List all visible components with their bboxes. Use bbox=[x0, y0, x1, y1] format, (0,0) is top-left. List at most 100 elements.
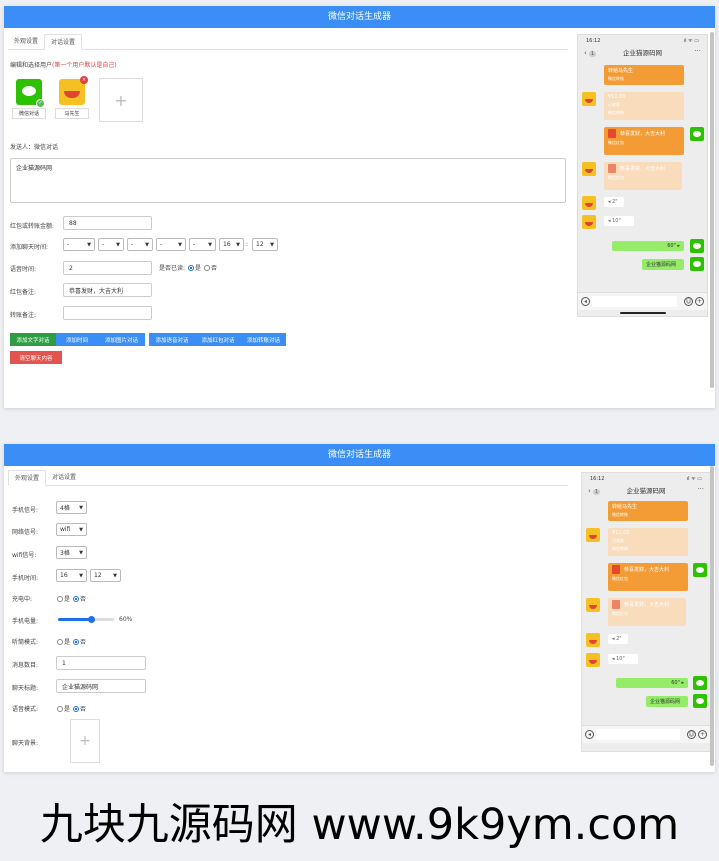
minute-select[interactable]: 12 ▼ bbox=[252, 238, 278, 251]
user-section-hint: (第一个用户默认是自己) bbox=[52, 62, 117, 69]
dialog-settings-panel: 微信对话生成器 外观设置 对话设置 编辑和选择用户(第一个用户默认是自己) ✓ … bbox=[4, 6, 715, 408]
read-no-radio[interactable] bbox=[204, 265, 211, 271]
more-icon[interactable]: ··· bbox=[694, 44, 701, 58]
signal-select[interactable]: 4格 ▼ bbox=[56, 501, 87, 514]
tab-appearance[interactable]: 外观设置 bbox=[8, 34, 44, 49]
phone-time: 16:12 bbox=[590, 476, 605, 482]
unread-input[interactable]: 1 bbox=[56, 656, 146, 670]
voice-toggle-icon: ◂ bbox=[581, 297, 590, 306]
user-card-self[interactable]: ✓ 微信对话 bbox=[12, 79, 46, 119]
weekday-select[interactable]: - ▼ bbox=[156, 238, 186, 251]
remove-user-icon[interactable]: × bbox=[80, 76, 88, 84]
add-time-button[interactable]: 添加时间 bbox=[56, 333, 98, 346]
app-title: 微信对话生成器 bbox=[4, 6, 715, 28]
battery-slider[interactable] bbox=[58, 616, 114, 623]
voice-toggle-icon: ◂ bbox=[585, 730, 594, 739]
user-card-ma[interactable]: × 马先生 bbox=[55, 76, 89, 119]
voice-mode-yes-radio[interactable] bbox=[57, 706, 63, 712]
chat-title-input[interactable]: 企业猫源码网 bbox=[56, 679, 146, 693]
redpack-icon bbox=[612, 565, 620, 574]
ampm-select[interactable]: - ▼ bbox=[189, 238, 216, 251]
voice-mode-yes-label: 是 bbox=[64, 706, 71, 713]
year-value: - bbox=[67, 241, 70, 248]
year-select[interactable]: - ▼ bbox=[63, 238, 95, 251]
transfer-bubble: 转给马先生 微信转账 bbox=[608, 501, 688, 521]
phone-status-bar: 16:12 ıl ᯤ ▭ bbox=[578, 35, 707, 46]
day-select[interactable]: - ▼ bbox=[127, 238, 153, 251]
add-background-button[interactable]: + bbox=[70, 719, 100, 763]
read-yes-radio[interactable] bbox=[188, 265, 195, 271]
add-transfer-dialog-button[interactable]: 添加转账对话 bbox=[241, 333, 286, 346]
clear-chat-button[interactable]: 清空聊天内容 bbox=[10, 351, 62, 364]
battery-slider-knob[interactable] bbox=[88, 616, 96, 623]
hour-select[interactable]: 16 ▼ bbox=[56, 569, 87, 582]
back-icon[interactable]: ‹ 1 bbox=[584, 46, 597, 61]
earpiece-no-radio[interactable] bbox=[73, 639, 80, 645]
earpiece-yes-radio[interactable] bbox=[57, 639, 63, 645]
redpack-icon bbox=[612, 600, 620, 609]
earpiece-yes-label: 是 bbox=[64, 639, 71, 646]
minute-select[interactable]: 12 ▼ bbox=[90, 569, 121, 582]
voice-time-input[interactable]: 2 bbox=[63, 261, 152, 275]
plus-icon: + bbox=[695, 297, 704, 306]
transfer-note-input[interactable] bbox=[63, 306, 152, 320]
message-textarea[interactable]: 企业猫源码网 bbox=[10, 158, 566, 203]
text-bubble: 企业猫源码网 bbox=[642, 259, 684, 270]
wifi-select[interactable]: 3格 ▼ bbox=[56, 546, 87, 559]
add-user-button[interactable]: + bbox=[99, 78, 143, 122]
earpiece-group: 听筒模式: 是否 bbox=[12, 637, 86, 646]
phone-title-bar: ‹ 1 企业猫源码网 ··· bbox=[578, 46, 707, 60]
voice-mode-label: 语音模式: bbox=[12, 706, 39, 713]
unread-badge: 1 bbox=[593, 489, 601, 495]
yellow-avatar-icon: × bbox=[59, 76, 88, 105]
self-avatar-icon bbox=[693, 676, 707, 690]
tab-dialog[interactable]: 对话设置 bbox=[44, 34, 83, 50]
earpiece-label: 听筒模式: bbox=[12, 639, 39, 646]
add-image-dialog-button[interactable]: 添加图片对话 bbox=[98, 333, 145, 346]
more-icon[interactable]: ··· bbox=[697, 482, 704, 496]
scrollbar[interactable] bbox=[710, 32, 714, 388]
network-select[interactable]: wifi ▼ bbox=[56, 523, 87, 536]
sender-label: 发送人：微信对话 bbox=[10, 144, 59, 151]
charging-yes-radio[interactable] bbox=[57, 596, 63, 602]
read-no-label: 否 bbox=[211, 265, 218, 272]
chevron-down-icon: ▼ bbox=[113, 572, 117, 579]
battery-label: 手机电量: bbox=[12, 618, 39, 625]
back-icon[interactable]: ‹ 1 bbox=[588, 484, 601, 499]
redpack-note-input[interactable]: 恭喜发财，大吉大利 bbox=[63, 283, 152, 297]
tab-appearance[interactable]: 外观设置 bbox=[8, 470, 47, 486]
self-avatar-icon bbox=[693, 694, 707, 708]
transfer-text: 转给马先生 bbox=[608, 68, 634, 74]
charging-no-radio[interactable] bbox=[73, 596, 80, 602]
self-avatar-icon bbox=[693, 563, 707, 577]
ma-avatar-icon bbox=[582, 92, 596, 106]
voice-mode-no-radio[interactable] bbox=[73, 706, 80, 712]
redpack-foot-sent: 微信红包 bbox=[612, 576, 628, 581]
tab-dialog[interactable]: 对话设置 bbox=[46, 470, 82, 485]
tab-bar: 外观设置 对话设置 bbox=[8, 34, 568, 50]
month-select[interactable]: - ▼ bbox=[98, 238, 124, 251]
voice-bubble-3: 60" ▸ bbox=[616, 678, 688, 688]
wifi-value: 3格 bbox=[60, 550, 70, 557]
battery-value: 60% bbox=[119, 616, 133, 623]
amount-input[interactable]: 88 bbox=[63, 216, 152, 230]
emoji-icon: ☺ bbox=[687, 730, 696, 739]
redpack-icon bbox=[608, 164, 616, 173]
received-foot: 微信转账 bbox=[608, 110, 624, 115]
read-status-group: 是否已读: 是 否 bbox=[159, 263, 217, 272]
transfer-bubble: 转给马先生 微信转账 bbox=[604, 65, 684, 85]
add-voice-dialog-button[interactable]: 添加语音对话 bbox=[149, 333, 195, 346]
voice-bubble-1: ◂ 2" bbox=[604, 197, 624, 207]
hour-select[interactable]: 16 ▼ bbox=[219, 238, 244, 251]
hour-value: 16 bbox=[223, 241, 231, 248]
scrollbar[interactable] bbox=[710, 466, 714, 766]
phone-text-field bbox=[592, 296, 677, 307]
add-redpack-dialog-button[interactable]: 添加红包对话 bbox=[195, 333, 241, 346]
text-bubble: 企业猫源码网 bbox=[646, 696, 688, 707]
chevron-down-icon: ▼ bbox=[145, 241, 149, 248]
voice-bubble-1: ◂ 2" bbox=[608, 634, 628, 644]
ma-avatar-icon bbox=[586, 633, 600, 647]
weekday-value: - bbox=[160, 241, 163, 248]
add-text-dialog-button[interactable]: 添加文字对话 bbox=[10, 333, 56, 346]
voice-time-label: 语音时间: bbox=[10, 266, 37, 273]
